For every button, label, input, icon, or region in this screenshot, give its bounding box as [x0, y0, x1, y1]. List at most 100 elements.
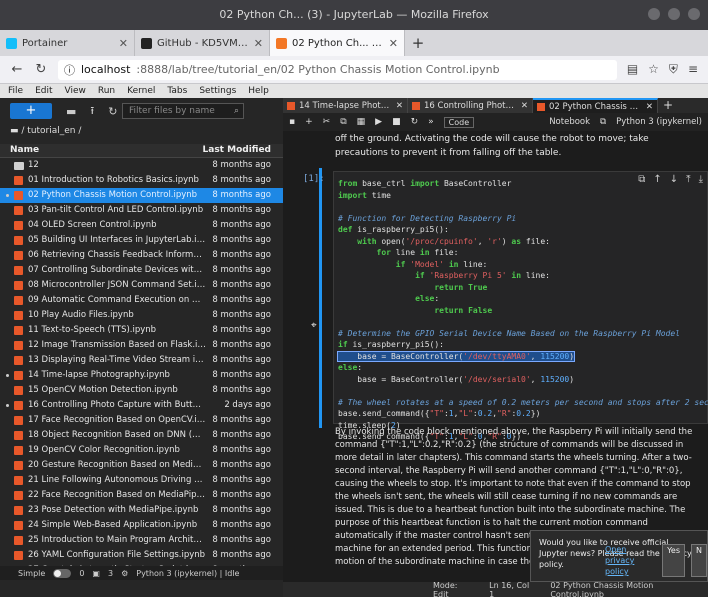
search-icon: ⌕ [233, 106, 239, 116]
upload-icon[interactable]: ⭱ [90, 102, 94, 121]
highlighted-code-line: base = BaseController('/dev/ttyAMA0', 11… [336, 350, 576, 362]
close-tab-icon[interactable]: ✕ [521, 101, 528, 111]
file-row[interactable]: 12 Image Transmission Based on Flask.ipy… [0, 338, 283, 353]
column-name-header[interactable]: Name [10, 145, 39, 155]
refresh-icon[interactable]: ↻ [108, 105, 117, 118]
file-row[interactable]: 20 Gesture Recognition Based on MediaPip… [0, 458, 283, 473]
minimize-button[interactable] [648, 8, 660, 20]
restart-icon[interactable]: ↻ [411, 117, 419, 127]
file-row[interactable]: 03 Pan-tilt Control And LED Control.ipyn… [0, 203, 283, 218]
url-bar[interactable]: ⓘ localhost:8888/lab/tree/tutorial_en/02… [58, 59, 617, 80]
file-row[interactable]: 02 Python Chassis Motion Control.ipynb 8 … [0, 188, 283, 203]
close-tab-icon[interactable]: ✕ [119, 37, 128, 50]
page-info-icon[interactable]: ⓘ [64, 62, 75, 78]
stop-icon[interactable]: ■ [392, 117, 401, 127]
yes-button[interactable]: Yes [662, 544, 686, 577]
notebook-tab-1[interactable]: 14 Time-lapse Photography.ip ✕ [283, 98, 408, 113]
cell-type-select[interactable]: Code [443, 116, 475, 128]
menu-tabs[interactable]: Tabs [167, 86, 187, 96]
notebook-icon [14, 296, 23, 305]
file-row[interactable]: 04 OLED Screen Control.ipynb 8 months ago [0, 218, 283, 233]
new-tab-button[interactable]: + [405, 30, 431, 56]
menu-help[interactable]: Help [248, 86, 269, 96]
new-folder-icon[interactable]: ▬ [66, 105, 76, 118]
new-launcher-button[interactable]: + [10, 103, 52, 119]
file-row[interactable]: 18 Object Recognition Based on DNN (Deep… [0, 428, 283, 443]
code-editor[interactable]: from base_ctrl import BaseController imp… [336, 178, 708, 443]
copy-icon[interactable]: ⧉ [340, 117, 346, 127]
menu-hamburger-icon[interactable]: ≡ [688, 62, 698, 77]
edit-mode: Mode: Edit [433, 580, 458, 597]
kernel-name[interactable]: Python 3 (ipykernel) [616, 117, 702, 127]
file-row[interactable]: 06 Retrieving Chassis Feedback Informati… [0, 248, 283, 263]
file-row[interactable]: 12 8 months ago [0, 158, 283, 173]
bookmark-star-icon[interactable]: ☆ [648, 62, 659, 77]
new-notebook-tab-button[interactable]: + [658, 98, 678, 113]
close-tab-icon[interactable]: ✕ [396, 101, 403, 111]
file-row[interactable]: 13 Displaying Real-Time Video Stream in … [0, 353, 283, 368]
file-row[interactable]: 19 OpenCV Color Recognition.ipynb 8 month… [0, 443, 283, 458]
close-tab-icon[interactable]: ✕ [389, 37, 398, 50]
shield-icon[interactable]: ⛨ [669, 62, 678, 77]
no-button[interactable]: N [691, 544, 707, 577]
simple-mode-toggle[interactable] [53, 568, 72, 578]
file-row[interactable]: 23 Pose Detection with MediaPipe.ipynb 8 … [0, 503, 283, 518]
paste-icon[interactable]: ▦ [357, 117, 366, 127]
file-row[interactable]: 17 Face Recognition Based on OpenCV.ipyn… [0, 413, 283, 428]
close-window-button[interactable] [688, 8, 700, 20]
filter-files-input[interactable]: Filter files by name ⌕ [122, 103, 244, 119]
file-modified: 8 months ago [212, 370, 271, 380]
close-tab-icon[interactable]: ✕ [646, 102, 653, 112]
reader-view-icon[interactable]: ▤ [627, 62, 638, 77]
breadcrumb[interactable]: ▬ / tutorial_en / [10, 126, 81, 136]
menu-view[interactable]: View [65, 86, 86, 96]
code-cell[interactable]: ⧉ ↑ ↓ ⤒ ⤓ from base_ctrl import BaseCont… [333, 171, 708, 441]
notebook-icon [14, 431, 23, 440]
browser-tab-2[interactable]: GitHub - KD5VMF/Wave ✕ [135, 30, 270, 56]
privacy-policy-link[interactable]: Open privacy policy [605, 544, 656, 577]
file-row[interactable]: 21 Line Following Autonomous Driving wit… [0, 473, 283, 488]
file-row[interactable]: 25 Introduction to Main Program Architec… [0, 533, 283, 548]
notebook-tab-2[interactable]: 16 Controlling Photo Capture ✕ [408, 98, 533, 113]
file-row[interactable]: 14 Time-lapse Photography.ipynb 8 months … [0, 368, 283, 383]
file-row[interactable]: 01 Introduction to Robotics Basics.ipynb… [0, 173, 283, 188]
file-row[interactable]: 10 Play Audio Files.ipynb 8 months ago [0, 308, 283, 323]
menu-edit[interactable]: Edit [35, 86, 52, 96]
run-icon[interactable]: ▶ [375, 117, 382, 127]
file-row[interactable]: 07 Controlling Subordinate Devices with … [0, 263, 283, 278]
notebook-icon [14, 341, 23, 350]
cursor-position[interactable]: Ln 16, Col 1 [489, 581, 536, 597]
file-row[interactable]: 05 Building UI Interfaces in JupyterLab.… [0, 233, 283, 248]
file-row[interactable]: 15 OpenCV Motion Detection.ipynb 8 months… [0, 383, 283, 398]
file-row[interactable]: 26 YAML Configuration File Settings.ipyn… [0, 548, 283, 563]
file-modified: 8 months ago [212, 340, 271, 350]
menu-kernel[interactable]: Kernel [127, 86, 155, 96]
file-row[interactable]: 22 Face Recognition Based on MediaPipe.i… [0, 488, 283, 503]
browser-tab-3[interactable]: 02 Python Ch... (3) - Jup ✕ [270, 30, 405, 56]
file-row[interactable]: 09 Automatic Command Execution on Boot.i… [0, 293, 283, 308]
add-cell-icon[interactable]: + [305, 117, 313, 127]
notebook-tab-bar: 14 Time-lapse Photography.ip✕16 Controll… [283, 98, 708, 113]
menu-file[interactable]: File [8, 86, 23, 96]
notebook-icon [14, 476, 23, 485]
reload-icon[interactable]: ↻ [34, 62, 48, 77]
file-row[interactable]: 24 Simple Web-Based Application.ipynb 8 m… [0, 518, 283, 533]
save-icon[interactable]: ▪ [289, 117, 295, 127]
column-modified-header[interactable]: Last Modified [203, 145, 271, 155]
notebook-icon [287, 101, 295, 110]
notebook-tab-3[interactable]: 02 Python Chassis Motion Co ✕ [533, 98, 658, 113]
file-row[interactable]: 08 Microcontroller JSON Command Set.ipyn… [0, 278, 283, 293]
back-arrow-icon[interactable]: ← [10, 62, 24, 77]
notebook-trust-label[interactable]: Notebook [549, 117, 590, 127]
menu-settings[interactable]: Settings [199, 86, 236, 96]
file-row[interactable]: 11 Text-to-Speech (TTS).ipynb 8 months ag… [0, 323, 283, 338]
file-name: 25 Introduction to Main Program Architec… [28, 535, 206, 545]
maximize-button[interactable] [668, 8, 680, 20]
file-row[interactable]: 16 Controlling Photo Capture with Button… [0, 398, 283, 413]
browser-tab-1[interactable]: Portainer ✕ [0, 30, 135, 56]
launch-icon[interactable]: ⧉ [600, 117, 606, 127]
menu-run[interactable]: Run [98, 86, 115, 96]
cut-icon[interactable]: ✂ [323, 117, 331, 127]
fast-forward-icon[interactable]: » [428, 117, 434, 127]
close-tab-icon[interactable]: ✕ [254, 37, 263, 50]
